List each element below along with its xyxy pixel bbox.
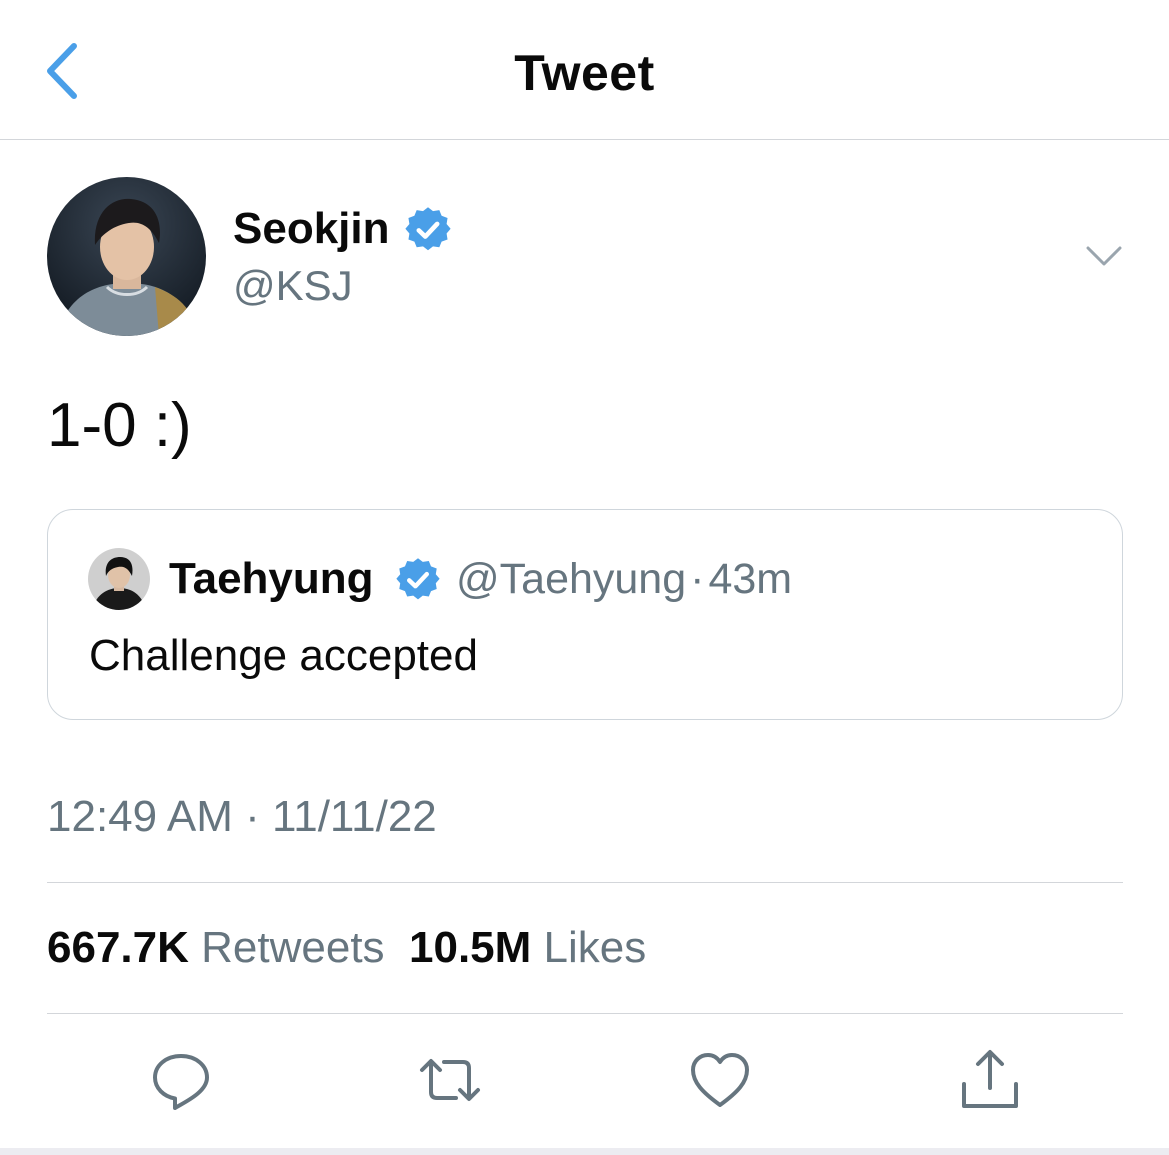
quote-time: 43m <box>708 555 793 603</box>
quote-separator: · <box>690 555 705 603</box>
share-button[interactable] <box>958 1048 1022 1112</box>
retweets-label: Retweets <box>201 923 385 972</box>
like-button[interactable] <box>688 1048 752 1112</box>
retweets-stat[interactable]: 667.7K Retweets <box>47 923 385 972</box>
likes-count: 10.5M <box>409 923 532 972</box>
tweet-text: 1-0 :) <box>47 391 192 460</box>
reply-button[interactable] <box>149 1048 213 1112</box>
nav-bar: Tweet <box>0 0 1169 140</box>
quoted-tweet[interactable]: Taehyung @Taehyung·43m Challenge accepte… <box>47 509 1123 720</box>
page-title: Tweet <box>514 45 655 101</box>
retweet-icon <box>420 1059 480 1101</box>
retweet-button[interactable] <box>418 1048 482 1112</box>
tweet-stats: 667.7K Retweets 10.5M Likes <box>47 923 646 973</box>
reply-icon <box>153 1054 209 1110</box>
author-name[interactable]: Seokjin <box>233 204 390 254</box>
verified-badge-icon <box>396 558 440 600</box>
likes-label: Likes <box>543 923 647 972</box>
bottom-strip <box>0 1148 1169 1155</box>
likes-stat[interactable]: 10.5M Likes <box>409 923 646 972</box>
quote-avatar <box>88 548 150 610</box>
quote-text: Challenge accepted <box>89 631 478 680</box>
author-avatar[interactable] <box>47 177 206 336</box>
quote-author-handle: @Taehyung <box>456 555 687 603</box>
quote-meta: @Taehyung·43m <box>456 555 792 604</box>
divider <box>47 1013 1123 1014</box>
divider <box>47 882 1123 883</box>
quote-author-name: Taehyung <box>169 554 374 603</box>
timestamp-time: 12:49 AM <box>47 792 233 841</box>
timestamp-date: 11/11/22 <box>272 792 437 841</box>
retweets-count: 667.7K <box>47 923 189 972</box>
heart-icon <box>691 1053 749 1107</box>
more-options-button[interactable] <box>1084 240 1124 272</box>
timestamp-separator: · <box>245 792 260 841</box>
author-handle[interactable]: @KSJ <box>233 262 353 310</box>
share-icon <box>962 1050 1018 1108</box>
tweet-timestamp: 12:49 AM · 11/11/22 <box>47 792 437 842</box>
chevron-down-icon <box>1086 246 1122 266</box>
tweet-detail-screen: Tweet Seokjin @KSJ 1-0:) Taehyung @Taeh… <box>0 0 1169 1155</box>
verified-badge-icon <box>405 207 451 251</box>
